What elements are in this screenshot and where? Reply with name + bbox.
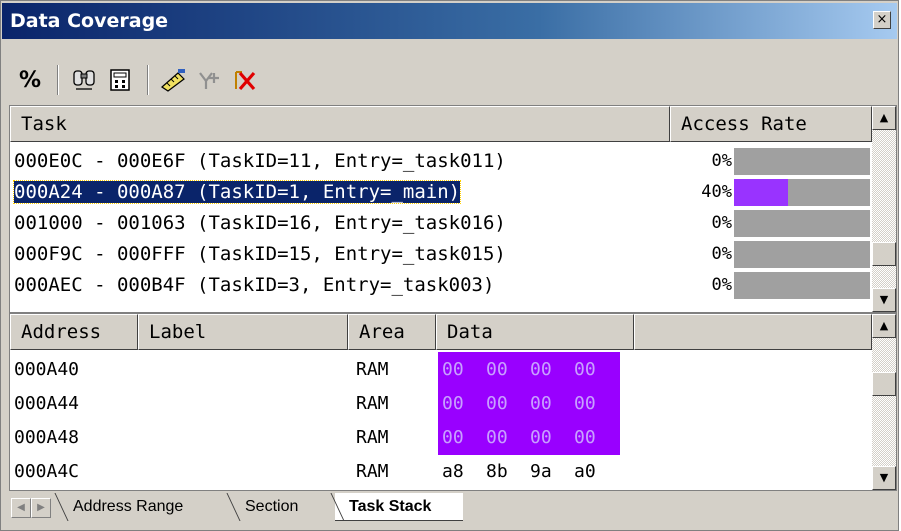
address-cell: 000A44 bbox=[14, 393, 80, 414]
add-range-button[interactable] bbox=[193, 63, 227, 97]
scroll-thumb[interactable] bbox=[872, 372, 896, 396]
scroll-thumb[interactable] bbox=[872, 242, 896, 266]
tab-task-stack[interactable]: Task Stack bbox=[330, 493, 463, 521]
data-byte-cell: 9a bbox=[530, 461, 552, 482]
data-byte-cell: 00 bbox=[530, 427, 552, 448]
task-text: 000F9C - 000FFF (TaskID=15, Entry=_task0… bbox=[14, 243, 506, 265]
data-byte-cell: 00 bbox=[442, 393, 464, 414]
data-byte-cell: 00 bbox=[486, 359, 508, 380]
memory-row[interactable]: 000A48 RAM 00 00 00 00 bbox=[10, 420, 870, 456]
task-row[interactable]: 000A24 - 000A87 (TaskID=1, Entry=_main) bbox=[12, 177, 674, 208]
access-rate-column-header[interactable]: Access Rate bbox=[670, 106, 872, 142]
data-byte-cell: 00 bbox=[530, 393, 552, 414]
task-text: 001000 - 001063 (TaskID=16, Entry=_task0… bbox=[14, 212, 506, 234]
tab-divider bbox=[54, 493, 69, 521]
percent-icon: % bbox=[18, 67, 42, 93]
tab-divider bbox=[226, 493, 241, 521]
area-column-header[interactable]: Area bbox=[348, 314, 436, 350]
data-byte-cell: 00 bbox=[442, 427, 464, 448]
memory-row[interactable]: 000A4C RAM a8 8b 9a a0 bbox=[10, 456, 870, 490]
data-column-header[interactable]: Data bbox=[436, 314, 634, 350]
tab-scroll-right-icon[interactable]: ▶ bbox=[31, 498, 51, 518]
measure-button[interactable] bbox=[157, 63, 191, 97]
access-rate-bar bbox=[734, 148, 870, 175]
task-row[interactable]: 001000 - 001063 (TaskID=16, Entry=_task0… bbox=[14, 208, 674, 239]
address-cell: 000A40 bbox=[14, 359, 80, 380]
memory-pane: Address Label Area Data 000A40 RAM 00 00 00 0… bbox=[9, 313, 897, 491]
label-column-header[interactable]: Label bbox=[138, 314, 348, 350]
delete-range-icon bbox=[235, 71, 256, 91]
close-button[interactable]: × bbox=[873, 11, 891, 29]
percent-button[interactable]: % bbox=[13, 63, 47, 97]
access-rate-text: 0% bbox=[711, 213, 732, 233]
tab-scroll-left-icon[interactable]: ◀ bbox=[11, 498, 31, 518]
data-byte-cell: 00 bbox=[442, 359, 464, 380]
data-byte-cell: 00 bbox=[574, 427, 596, 448]
access-rate-bar bbox=[734, 272, 870, 299]
task-text: 000E0C - 000E6F (TaskID=11, Entry=_task0… bbox=[14, 150, 506, 172]
tab-label: Section bbox=[245, 498, 299, 515]
data-byte-cell: 00 bbox=[574, 359, 596, 380]
task-row[interactable]: 000AEC - 000B4F (TaskID=3, Entry=_task00… bbox=[14, 270, 674, 301]
measure-icon bbox=[161, 69, 185, 92]
calculator-icon bbox=[110, 69, 130, 91]
title-bar[interactable]: Data Coverage × bbox=[2, 3, 897, 39]
task-text: 000A24 - 000A87 (TaskID=1, Entry=_main) bbox=[12, 180, 462, 204]
data-byte-cell: 8b bbox=[486, 461, 508, 482]
data-byte-cell: 00 bbox=[486, 393, 508, 414]
access-rate-bar bbox=[734, 241, 870, 268]
area-cell: RAM bbox=[356, 427, 389, 448]
access-rate-text: 0% bbox=[711, 275, 732, 295]
access-rate-text: 40% bbox=[701, 182, 732, 202]
memory-pane-scrollbar[interactable]: ▲ ▼ bbox=[872, 314, 896, 490]
calculator-button[interactable] bbox=[103, 63, 137, 97]
scroll-down-button[interactable]: ▼ bbox=[872, 288, 896, 312]
area-cell: RAM bbox=[356, 461, 389, 482]
toolbar-separator bbox=[147, 65, 149, 95]
task-pane: Task Access Rate 000E0C - 000E6F (TaskID… bbox=[9, 105, 897, 313]
search-button[interactable] bbox=[67, 63, 101, 97]
access-rate-fill bbox=[734, 179, 789, 206]
data-byte-cell: a0 bbox=[574, 461, 596, 482]
task-row[interactable]: 000F9C - 000FFF (TaskID=15, Entry=_task0… bbox=[14, 239, 674, 270]
data-coverage-window: Data Coverage × % Task Access Rate 000E0… bbox=[0, 0, 899, 531]
data-byte-cell: 00 bbox=[530, 359, 552, 380]
scroll-down-button[interactable]: ▼ bbox=[872, 466, 896, 490]
access-rate-bar bbox=[734, 210, 870, 237]
scroll-up-button[interactable]: ▲ bbox=[872, 314, 896, 338]
data-byte-cell: 00 bbox=[574, 393, 596, 414]
tab-label: Address Range bbox=[73, 498, 184, 515]
address-column-header[interactable]: Address bbox=[10, 314, 138, 350]
area-cell: RAM bbox=[356, 393, 389, 414]
memory-row[interactable]: 000A40 RAM 00 00 00 00 bbox=[10, 352, 870, 388]
memory-row[interactable]: 000A44 RAM 00 00 00 00 bbox=[10, 386, 870, 422]
access-rate-text: 0% bbox=[711, 244, 732, 264]
task-row[interactable]: 000E0C - 000E6F (TaskID=11, Entry=_task0… bbox=[14, 146, 674, 177]
tab-label: Task Stack bbox=[349, 498, 432, 515]
tab-strip: ◀ ▶ Address Range Section Task Stack bbox=[9, 493, 897, 525]
access-rate-text: 0% bbox=[711, 151, 732, 171]
data-byte-cell: 00 bbox=[486, 427, 508, 448]
empty-column-header bbox=[634, 314, 872, 350]
delete-range-button[interactable] bbox=[229, 63, 263, 97]
toolbar-separator bbox=[57, 65, 59, 95]
tab-divider bbox=[330, 493, 345, 521]
task-text: 000AEC - 000B4F (TaskID=3, Entry=_task00… bbox=[14, 274, 495, 296]
tab-address-range[interactable]: Address Range bbox=[54, 493, 227, 521]
task-column-header[interactable]: Task bbox=[10, 106, 670, 142]
binoculars-icon bbox=[73, 70, 95, 90]
area-cell: RAM bbox=[356, 359, 389, 380]
access-rate-bar bbox=[734, 179, 870, 206]
add-range-icon bbox=[199, 72, 219, 89]
toolbar: % bbox=[3, 57, 898, 103]
address-cell: 000A4C bbox=[14, 461, 80, 482]
data-byte-cell: a8 bbox=[442, 461, 464, 482]
window-title: Data Coverage bbox=[10, 10, 169, 32]
tab-section[interactable]: Section bbox=[226, 493, 331, 521]
task-pane-scrollbar[interactable]: ▲ ▼ bbox=[872, 106, 896, 312]
address-cell: 000A48 bbox=[14, 427, 80, 448]
scroll-up-button[interactable]: ▲ bbox=[872, 106, 896, 130]
